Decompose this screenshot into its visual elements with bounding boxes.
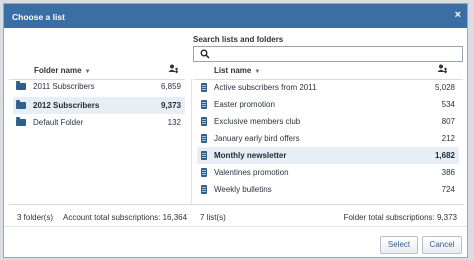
- dialog-title: Choose a list: [12, 12, 65, 22]
- list-row-count: 534: [441, 100, 455, 109]
- list-count: 7 list(s): [200, 213, 226, 222]
- list-row-count: 724: [441, 185, 455, 194]
- folder-name-header[interactable]: Folder name ▼: [34, 66, 91, 75]
- column-divider: [191, 79, 192, 205]
- folder-total: Folder total subscriptions: 9,373: [343, 213, 457, 222]
- folder-name-header-label: Folder name: [34, 66, 82, 75]
- account-total: Account total subscriptions: 16,364: [63, 213, 188, 222]
- folder-row-label: 2011 Subscribers: [33, 82, 95, 91]
- list-row[interactable]: Monthly newsletter 1,682: [197, 147, 459, 164]
- folder-row-label: Default Folder: [33, 118, 84, 127]
- folder-icon: [16, 100, 26, 109]
- divider: [4, 226, 467, 227]
- list-row[interactable]: Weekly bulletins 724: [197, 181, 459, 198]
- list-icon: [201, 151, 207, 160]
- folder-row[interactable]: 2012 Subscribers 9,373: [13, 97, 185, 114]
- list-row-count: 386: [441, 168, 455, 177]
- list-row-label: Easter promotion: [214, 100, 275, 109]
- folder-row[interactable]: 2011 Subscribers 6,859: [13, 78, 185, 95]
- folder-row-count: 6,859: [160, 82, 181, 91]
- folder-icon: [16, 81, 26, 90]
- cancel-button[interactable]: Cancel: [422, 236, 462, 254]
- select-button[interactable]: Select: [380, 236, 418, 254]
- list-icon: [201, 100, 207, 109]
- sort-down-icon: ▼: [254, 69, 261, 75]
- search-label: Search lists and folders: [193, 35, 284, 44]
- list-name-header-label: List name: [214, 66, 252, 75]
- list-icon: [201, 83, 207, 92]
- list-row-count: 5,028: [434, 83, 455, 92]
- folder-row-count: 9,373: [160, 101, 181, 110]
- list-row-label: Active subscribers from 2011: [214, 83, 317, 92]
- list-row-count: 807: [441, 117, 455, 126]
- list-row-label: Monthly newsletter: [214, 151, 287, 160]
- divider: [9, 204, 464, 205]
- users-icon[interactable]: [437, 64, 448, 74]
- list-row-label: Valentines promotion: [214, 168, 289, 177]
- list-row[interactable]: Easter promotion 534: [197, 96, 459, 113]
- list-row[interactable]: January early bird offers 212: [197, 130, 459, 147]
- list-row-count: 1,682: [434, 151, 455, 160]
- list-icon: [201, 168, 207, 177]
- list-row[interactable]: Valentines promotion 386: [197, 164, 459, 181]
- users-icon[interactable]: [168, 64, 179, 74]
- list-row-count: 212: [441, 134, 455, 143]
- list-icon: [201, 185, 207, 194]
- sort-down-icon: ▼: [84, 69, 91, 75]
- list-row-label: Exclusive members club: [214, 117, 301, 126]
- close-icon[interactable]: ×: [455, 9, 461, 21]
- folder-row-count: 132: [167, 118, 181, 127]
- list-row-label: Weekly bulletins: [214, 185, 272, 194]
- folder-row[interactable]: Default Folder 132: [13, 114, 185, 131]
- search-input[interactable]: [214, 48, 454, 60]
- list-row[interactable]: Exclusive members club 807: [197, 113, 459, 130]
- list-row[interactable]: Active subscribers from 2011 5,028: [197, 79, 459, 96]
- folder-count: 3 folder(s): [17, 213, 54, 222]
- folder-icon: [16, 117, 26, 126]
- list-name-header[interactable]: List name ▼: [214, 66, 260, 75]
- list-icon: [201, 117, 207, 126]
- list-icon: [201, 134, 207, 143]
- dialog-titlebar: Choose a list ×: [4, 4, 467, 28]
- choose-list-dialog: Choose a list × Search lists and folders…: [3, 3, 468, 258]
- search-icon: [200, 49, 210, 59]
- list-row-label: January early bird offers: [214, 134, 300, 143]
- search-box[interactable]: [193, 46, 463, 62]
- folder-row-label: 2012 Subscribers: [33, 101, 100, 110]
